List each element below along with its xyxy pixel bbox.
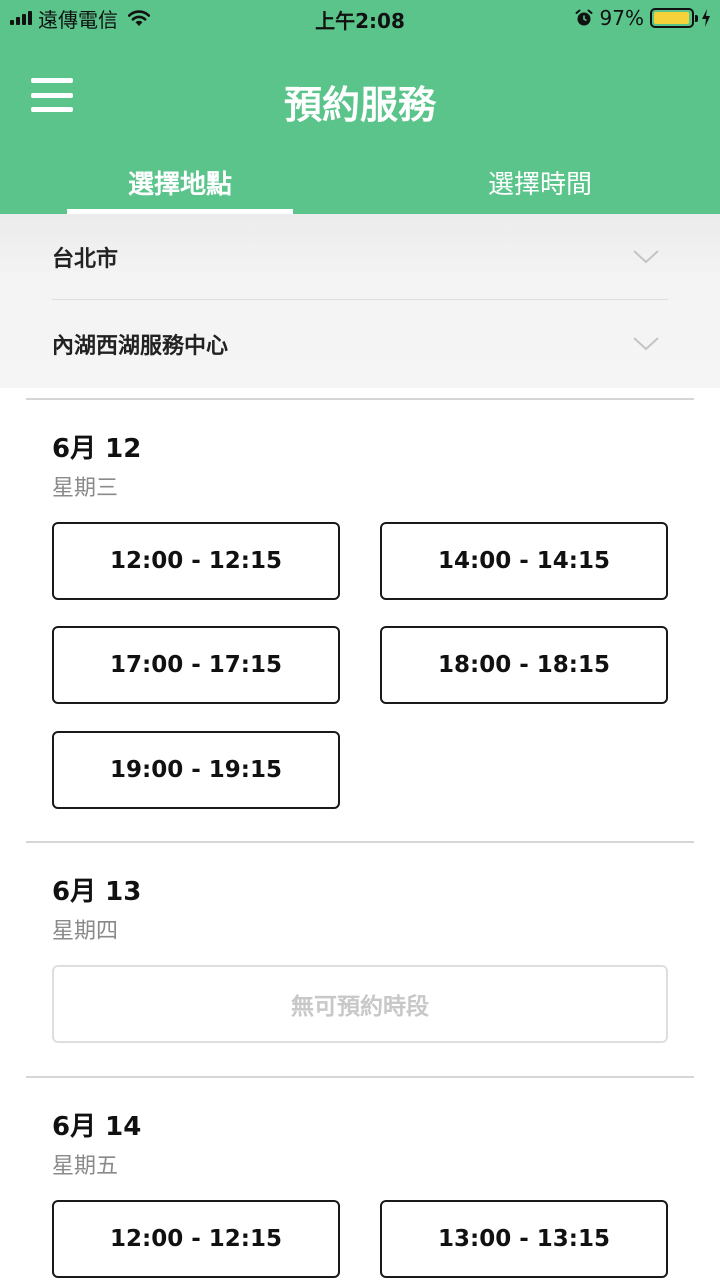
- status-bar: 遠傳電信 上午2:08 97%: [0, 0, 720, 36]
- time-slot-button[interactable]: 19:00 - 19:15: [52, 731, 340, 809]
- day-weekday: 星期四: [52, 919, 119, 944]
- chevron-down-icon: [633, 337, 659, 351]
- app-header: 遠傳電信 上午2:08 97% 預約服務 選擇地點 選擇時間: [0, 0, 720, 214]
- status-right: 97%: [574, 5, 712, 31]
- time-slot-button[interactable]: 12:00 - 12:15: [52, 522, 340, 600]
- day-date: 6月 14: [52, 1112, 142, 1142]
- time-slot-button[interactable]: 18:00 - 18:15: [380, 626, 668, 704]
- tab-select-location[interactable]: 選擇地點: [0, 164, 360, 201]
- battery-level-fill: [654, 12, 689, 24]
- battery-percent: 97%: [599, 6, 644, 30]
- time-slot-button[interactable]: 14:00 - 14:15: [380, 522, 668, 600]
- day-section: 6月 12 星期三 12:00 - 12:15 14:00 - 14:15 17…: [26, 398, 694, 842]
- city-dropdown[interactable]: 台北市: [52, 214, 668, 300]
- service-center-value: 內湖西湖服務中心: [52, 334, 229, 359]
- time-slot-button[interactable]: 13:00 - 13:15: [380, 1200, 668, 1278]
- battery-cap: [695, 15, 698, 22]
- day-section: 6月 13 星期四 無可預約時段: [26, 841, 694, 1077]
- time-slot-button[interactable]: 17:00 - 17:15: [52, 626, 340, 704]
- city-value: 台北市: [52, 246, 119, 272]
- page-title: 預約服務: [283, 83, 436, 127]
- day-section: 6月 14 星期五 12:00 - 12:15 13:00 - 13:15: [26, 1076, 694, 1280]
- day-weekday: 星期三: [52, 476, 119, 501]
- day-date: 6月 12: [52, 434, 142, 464]
- chevron-down-icon: [633, 249, 659, 263]
- alarm-clock-icon: [575, 9, 593, 26]
- service-center-dropdown[interactable]: 內湖西湖服務中心: [52, 301, 668, 387]
- charging-bolt-icon: [702, 9, 710, 27]
- location-filters: 台北市 內湖西湖服務中心: [0, 214, 720, 388]
- day-weekday: 星期五: [52, 1154, 119, 1179]
- day-date: 6月 13: [52, 877, 142, 907]
- battery-icon: [650, 8, 698, 28]
- time-slot-button[interactable]: 12:00 - 12:15: [52, 1200, 340, 1278]
- tab-select-time[interactable]: 選擇時間: [360, 164, 720, 201]
- no-slots-notice: 無可預約時段: [52, 965, 668, 1043]
